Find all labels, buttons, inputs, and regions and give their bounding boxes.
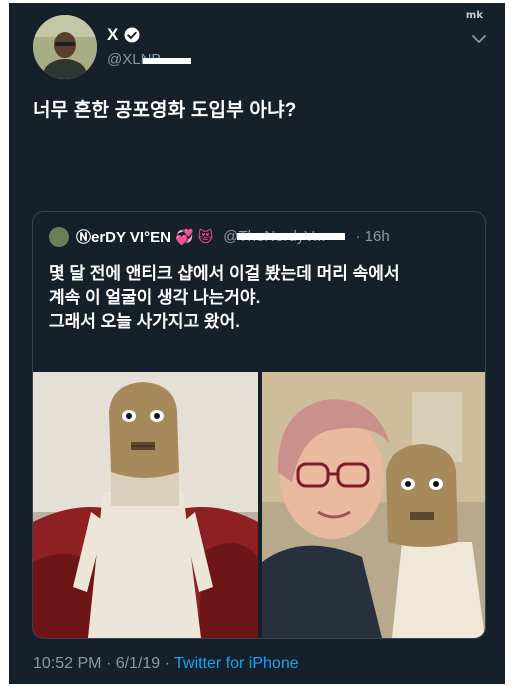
author-name-row[interactable]: X <box>107 25 141 45</box>
quoted-text-line: 그래서 오늘 사가지고 왔어. <box>49 312 240 331</box>
handle-redaction <box>143 57 192 64</box>
cat-heart-eyes-emoji-icon: 😻 <box>197 228 214 246</box>
tweet-source-link[interactable]: Twitter for iPhone <box>174 655 299 672</box>
selfie-with-doll-photo[interactable] <box>262 372 485 638</box>
quoted-media <box>33 372 485 638</box>
tweet-text: 너무 흔한 공포영화 도입부 아냐? <box>33 100 297 121</box>
quoted-text-line: 계속 이 얼굴이 생각 나는거야. <box>49 288 261 307</box>
tweet-screenshot: mk X @XLNB 너무 흔한 공포영화 도입부 아냐? ⓃerDY VI°E… <box>9 3 505 684</box>
watermark: mk <box>465 10 483 21</box>
author-name[interactable]: X <box>107 25 118 45</box>
author-avatar[interactable] <box>33 15 97 79</box>
quoted-tweet[interactable]: ⓃerDY VI°EN 💞 😻 @TheNerdyV... · 16h 몇 달 … <box>32 211 486 639</box>
quoted-author-name[interactable]: ⓃerDY VI°EN <box>76 226 171 247</box>
quoted-text-line: 몇 달 전에 앤티크 샵에서 이걸 봤는데 머리 속에서 <box>49 264 400 283</box>
quoted-header: ⓃerDY VI°EN 💞 😻 @TheNerdyV... · 16h <box>49 226 390 247</box>
heart-emoji-icon: 💞 <box>174 228 194 246</box>
author-handle-row: @XLNB <box>107 51 192 68</box>
verified-badge-icon <box>124 27 140 43</box>
quoted-text: 몇 달 전에 앤티크 샵에서 이걸 봤는데 머리 속에서 계속 이 얼굴이 생각… <box>49 262 479 334</box>
tweet-footer: 10:52 PM · 6/1/19 · Twitter for iPhone <box>33 655 299 673</box>
chevron-down-icon[interactable] <box>471 31 487 47</box>
tweet-time[interactable]: 10:52 PM <box>33 655 101 672</box>
quoted-avatar[interactable] <box>49 226 69 247</box>
quoted-handle-redaction <box>237 233 346 240</box>
tweet-date[interactable]: · 6/1/19 · <box>106 655 170 672</box>
doll-photo[interactable] <box>33 372 258 638</box>
quoted-timestamp[interactable]: · 16h <box>355 228 389 245</box>
